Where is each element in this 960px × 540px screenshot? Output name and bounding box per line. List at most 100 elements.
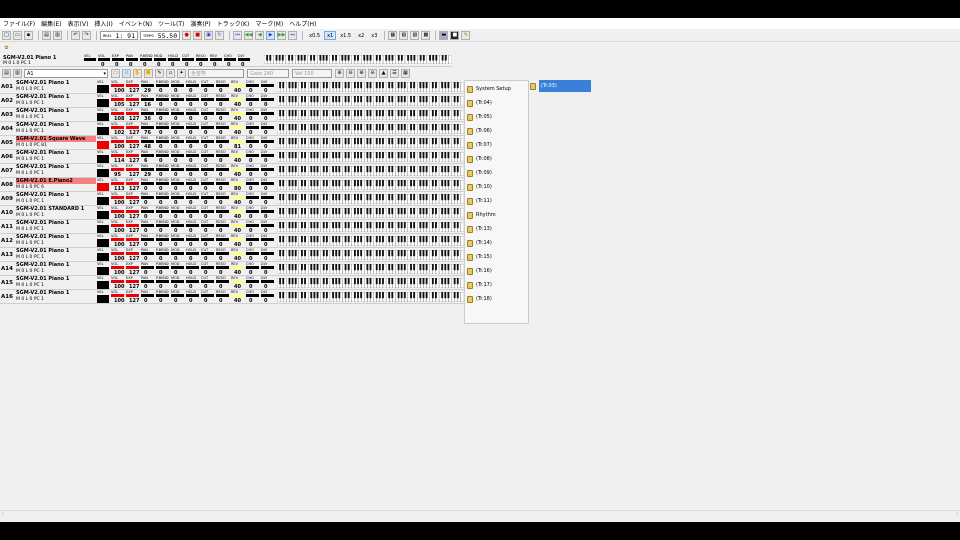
track-name[interactable]: SGM-V2.01 Piano 1	[16, 164, 96, 170]
controller-meter[interactable]	[216, 252, 229, 255]
controller-meter[interactable]	[141, 98, 154, 101]
track-list-item[interactable]: (Tr.04)	[465, 96, 528, 110]
controller-meter[interactable]	[126, 140, 139, 143]
master-ctl-meter[interactable]	[210, 58, 222, 61]
track-row[interactable]: A01 SGM-V2.01 Piano 1M 0 L 0 PC 1 VEL VOL 10…	[0, 80, 464, 94]
controller-meter[interactable]	[246, 112, 259, 115]
folder-icon[interactable]: ▭	[111, 69, 120, 78]
controller-meter[interactable]	[141, 280, 154, 283]
controller-meter[interactable]	[156, 280, 169, 283]
controller-meter[interactable]	[201, 126, 214, 129]
controller-meter[interactable]	[126, 252, 139, 255]
controller-meter[interactable]	[141, 238, 154, 241]
controller-meter[interactable]	[111, 140, 124, 143]
controller-meter[interactable]	[141, 210, 154, 213]
speed-button[interactable]: x2	[355, 31, 367, 40]
controller-meter[interactable]	[246, 238, 259, 241]
master-ctl-meter[interactable]	[154, 58, 166, 61]
controller-meter[interactable]	[231, 252, 244, 255]
controller-meter[interactable]	[186, 280, 199, 283]
controller-meter[interactable]	[261, 266, 274, 269]
controller-meter[interactable]	[156, 168, 169, 171]
menu-item[interactable]: ヘルプ(H)	[289, 19, 316, 28]
gate-field[interactable]: Gate 240	[247, 69, 289, 78]
event-list-icon[interactable]: ▩	[421, 31, 431, 40]
zoom-in-vertical-icon[interactable]: ⊕	[357, 69, 366, 78]
open-folder-icon[interactable]: ▭	[13, 31, 22, 40]
controller-meter[interactable]	[186, 266, 199, 269]
step-record-icon[interactable]: ▣	[204, 31, 214, 40]
controller-meter[interactable]	[186, 224, 199, 227]
controller-meter[interactable]	[111, 168, 124, 171]
controller-meter[interactable]	[231, 168, 244, 171]
controller-meter[interactable]	[186, 84, 199, 87]
controller-meter[interactable]	[171, 182, 184, 185]
track-name[interactable]: SGM-V2.01 Piano 1	[16, 192, 96, 198]
track-list-item[interactable]: (Tr.16)	[465, 264, 528, 278]
track-name[interactable]: SGM-V2.01 Piano 1	[16, 262, 96, 268]
master-ctl-meter[interactable]	[224, 58, 236, 61]
controller-meter[interactable]	[111, 182, 124, 185]
controller-meter[interactable]	[246, 224, 259, 227]
controller-meter[interactable]	[126, 168, 139, 171]
controller-meter[interactable]	[156, 294, 169, 297]
controller-meter[interactable]	[231, 182, 244, 185]
redo-icon[interactable]: ↷	[82, 31, 91, 40]
select-tool-icon[interactable]: ☝	[122, 69, 131, 78]
grid-icon[interactable]: ▦	[401, 69, 410, 78]
rewind-start-icon[interactable]: ⏮	[233, 31, 243, 40]
track-row[interactable]: A07 SGM-V2.01 Piano 1M 0 L 0 PC 1 VEL VOL 95…	[0, 164, 464, 178]
controller-meter[interactable]	[156, 224, 169, 227]
track-row[interactable]: A09 SGM-V2.01 Piano 1M 0 L 0 PC 1 VEL VOL 10…	[0, 192, 464, 206]
hand-tool-icon[interactable]: ✋	[133, 69, 142, 78]
menu-item[interactable]: 編集(E)	[41, 19, 61, 28]
tools-icon[interactable]: ✎	[461, 31, 471, 40]
zoom-out-vertical-icon[interactable]: ⊖	[368, 69, 377, 78]
controller-meter[interactable]	[246, 98, 259, 101]
controller-meter[interactable]	[141, 266, 154, 269]
controller-meter[interactable]	[186, 168, 199, 171]
track-row[interactable]: A13 SGM-V2.01 Piano 1M 0 L 0 PC 1 VEL VOL 10…	[0, 248, 464, 262]
controller-meter[interactable]	[246, 140, 259, 143]
controller-meter[interactable]	[111, 84, 124, 87]
controller-meter[interactable]	[216, 182, 229, 185]
controller-meter[interactable]	[171, 154, 184, 157]
keyboard-icon[interactable]: ▤	[2, 69, 11, 78]
controller-meter[interactable]	[171, 238, 184, 241]
velocity-field[interactable]: Vel 100	[292, 69, 332, 78]
controller-meter[interactable]	[201, 266, 214, 269]
track-list-item[interactable]: (Tr.10)	[465, 180, 528, 194]
track-row[interactable]: A12 SGM-V2.01 Piano 1M 0 L 0 PC 1 VEL VOL 10…	[0, 234, 464, 248]
track-name[interactable]: SGM-V2.01 Piano 1	[16, 94, 96, 100]
punch-record-icon[interactable]: ■	[193, 31, 203, 40]
controller-meter[interactable]	[231, 210, 244, 213]
controller-meter[interactable]	[201, 84, 214, 87]
track-list-item[interactable]: (Tr.05)	[465, 110, 528, 124]
controller-meter[interactable]	[141, 84, 154, 87]
controller-meter[interactable]	[231, 294, 244, 297]
controller-meter[interactable]	[171, 210, 184, 213]
controller-meter[interactable]	[261, 154, 274, 157]
controller-meter[interactable]	[246, 294, 259, 297]
track-list-item[interactable]: System Setup	[465, 82, 528, 96]
track-row[interactable]: A10 SGM-V2.01 STANDARD 1M 0 L 0 PC 1 VEL VO…	[0, 206, 464, 220]
controller-meter[interactable]	[231, 154, 244, 157]
controller-meter[interactable]	[261, 210, 274, 213]
controller-meter[interactable]	[111, 224, 124, 227]
track-row[interactable]: A16 SGM-V2.01 Piano 1M 0 L 0 PC 1 VEL VOL 10…	[0, 290, 464, 304]
controller-meter[interactable]	[201, 196, 214, 199]
undo-icon[interactable]: ↶	[71, 31, 80, 40]
controller-meter[interactable]	[186, 154, 199, 157]
menu-item[interactable]: 挿入(I)	[94, 19, 112, 28]
metronome-icon[interactable]: ▲	[379, 69, 388, 78]
track-list-item[interactable]: (Tr.08)	[465, 152, 528, 166]
track-name[interactable]: SGM-V2.01 Piano 1	[16, 108, 96, 114]
controller-meter[interactable]	[111, 280, 124, 283]
controller-meter[interactable]	[156, 252, 169, 255]
controller-meter[interactable]	[201, 294, 214, 297]
controller-meter[interactable]	[201, 280, 214, 283]
track-list-item[interactable]: (Tr.06)	[465, 124, 528, 138]
controller-meter[interactable]	[156, 196, 169, 199]
fast-forward-icon[interactable]: ▶▶	[277, 31, 287, 40]
save-icon[interactable]: ▪	[24, 31, 33, 40]
